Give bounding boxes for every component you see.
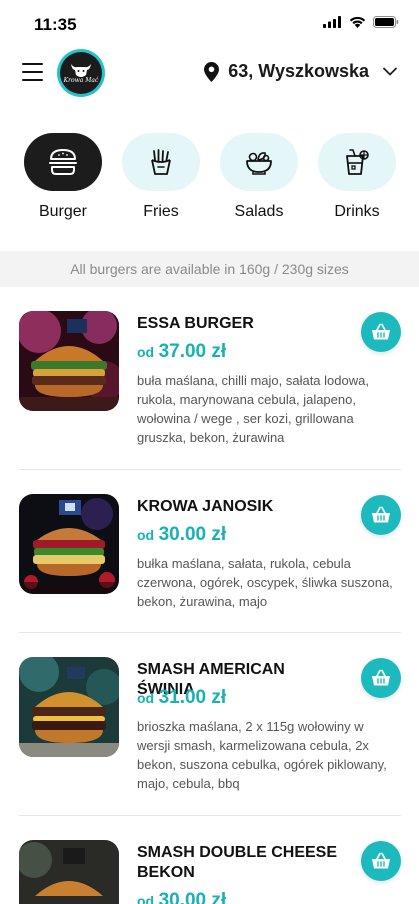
- product-name: SMASH DOUBLE CHEESE BEKON: [137, 844, 338, 881]
- status-time: 11:35: [34, 15, 77, 34]
- category-fries-label: Fries: [143, 203, 179, 220]
- burger-photo: [19, 840, 119, 904]
- battery-icon: [373, 16, 399, 28]
- basket-icon: [372, 506, 390, 523]
- drink-icon: [346, 149, 369, 175]
- category-fries[interactable]: Fries: [121, 133, 201, 221]
- divider: [19, 632, 401, 633]
- header: Krowa Mać 63, Wyszkowska: [0, 46, 419, 102]
- wifi-icon: [349, 16, 366, 28]
- signal-icon: [323, 16, 341, 28]
- price-prefix: od: [137, 527, 155, 543]
- product-image[interactable]: [19, 494, 119, 594]
- salad-icon: [246, 152, 272, 175]
- product-price: od 31.00 zł: [137, 687, 226, 709]
- logo-text: Krowa Mać: [63, 77, 99, 84]
- add-to-cart-button[interactable]: [361, 495, 401, 535]
- category-drinks[interactable]: Drinks: [317, 133, 397, 221]
- location-label: 63, Wyszkowska: [228, 61, 369, 81]
- category-drinks-label: Drinks: [334, 203, 380, 220]
- product-price: od 30.00 zł: [137, 524, 226, 546]
- burger-photo: [19, 657, 119, 757]
- add-to-cart-button[interactable]: [361, 658, 401, 698]
- product-image[interactable]: [19, 311, 119, 411]
- category-burger-label: Burger: [38, 203, 88, 220]
- size-notice: All burgers are available in 160g / 230g…: [0, 251, 419, 287]
- divider: [19, 815, 401, 816]
- product-image[interactable]: [19, 840, 119, 904]
- product-price: od 37.00 zł: [137, 341, 226, 363]
- price-amount: 30.00 zł: [158, 890, 227, 904]
- chevron-down-icon: [383, 67, 397, 76]
- status-icons: [323, 16, 399, 28]
- add-to-cart-button[interactable]: [361, 312, 401, 352]
- menu-button[interactable]: [22, 63, 43, 81]
- basket-icon: [372, 323, 390, 340]
- add-to-cart-button[interactable]: [361, 841, 401, 881]
- burger-photo: [19, 494, 119, 594]
- location-selector[interactable]: 63, Wyszkowska: [204, 61, 397, 82]
- price-amount: 30.00 zł: [158, 524, 227, 545]
- price-prefix: od: [137, 690, 155, 706]
- burger-photo: [19, 311, 119, 411]
- product-description: bułka maślana, sałata, rukola, cebula cz…: [137, 556, 393, 609]
- cow-logo-icon: [71, 64, 91, 77]
- burger-icon: [49, 149, 77, 175]
- product-description: buła maślana, chilli majo, sałata lodowa…: [137, 373, 369, 445]
- logo[interactable]: Krowa Mać: [57, 49, 105, 97]
- product-description: brioszka maślana, 2 x 115g wołowiny w we…: [137, 719, 387, 791]
- status-bar: 11:35: [0, 0, 419, 48]
- product-name: ESSA BURGER: [137, 315, 254, 332]
- price-amount: 31.00 zł: [158, 687, 227, 708]
- divider: [19, 469, 401, 470]
- price-amount: 37.00 zł: [158, 341, 227, 362]
- basket-icon: [372, 852, 390, 869]
- category-bar: Burger Fries Salads Drinks: [0, 133, 419, 223]
- product-name: KROWA JANOSIK: [137, 498, 274, 515]
- category-burger[interactable]: Burger: [23, 133, 103, 221]
- location-pin-icon: [204, 61, 220, 82]
- basket-icon: [372, 669, 390, 686]
- price-prefix: od: [137, 344, 155, 360]
- category-salads-label: Salads: [234, 203, 284, 220]
- product-price: od 30.00 zł: [137, 890, 226, 904]
- category-salads[interactable]: Salads: [219, 133, 299, 221]
- product-image[interactable]: [19, 657, 119, 757]
- fries-icon: [151, 149, 171, 175]
- price-prefix: od: [137, 893, 155, 904]
